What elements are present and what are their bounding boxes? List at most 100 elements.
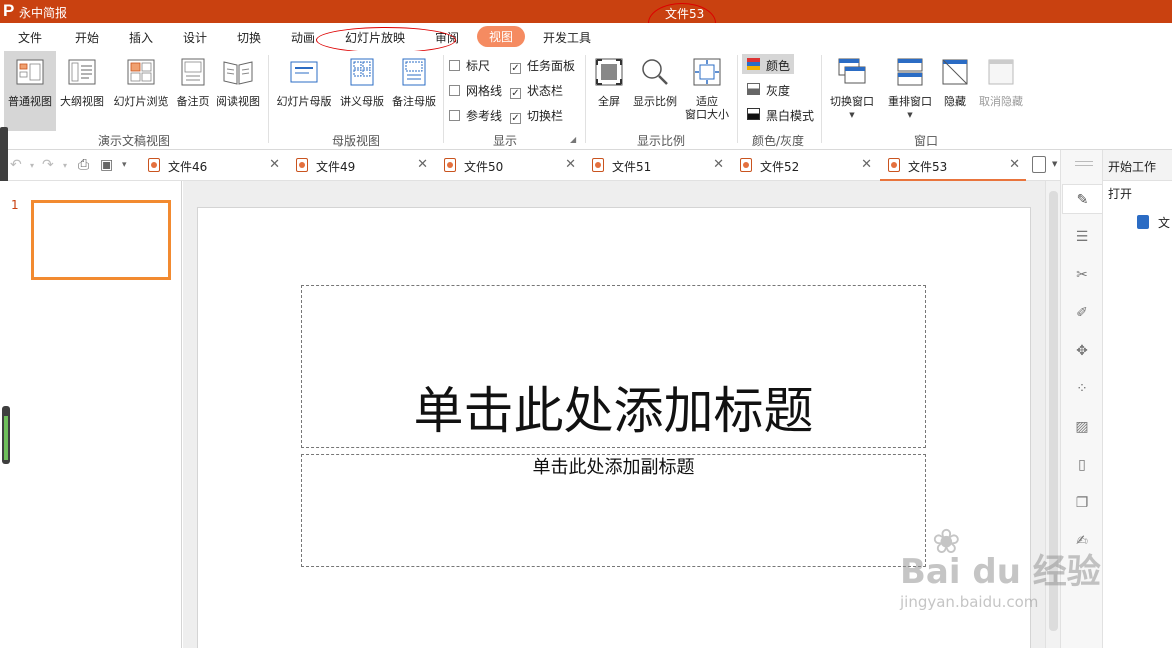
task-panel: 开始工作 打开 文 — [1102, 150, 1172, 648]
recent-file-item[interactable]: 文 — [1137, 214, 1170, 231]
dialog-launcher-icon[interactable]: ◢ — [570, 135, 576, 144]
presentation-file-icon — [740, 158, 752, 172]
tab-doc-53[interactable]: 文件53 ✕ — [880, 150, 1026, 181]
unhide-window-button[interactable]: 取消隐藏 — [974, 51, 1028, 131]
black-white-label: 黑白模式 — [766, 109, 815, 123]
pencil-icon[interactable]: ✎ — [1062, 184, 1102, 214]
close-icon[interactable]: ✕ — [417, 157, 428, 172]
customize-toolbar-icon[interactable]: ▾ — [122, 160, 127, 170]
slide-sorter-button[interactable]: 幻灯片浏览 — [109, 51, 173, 131]
clipboard-icon[interactable]: ▯ — [1062, 450, 1102, 480]
presentation-file-icon — [148, 158, 160, 172]
switch-window-button[interactable]: 切换窗口 ▼ — [826, 51, 878, 131]
tools-icon[interactable]: ✂ — [1062, 260, 1102, 290]
menu-home[interactable]: 开始 — [75, 29, 99, 46]
menu-insert[interactable]: 插入 — [129, 29, 153, 46]
outline-view-button[interactable]: 大纲视图 — [57, 51, 107, 131]
new-document-icon[interactable] — [1032, 156, 1046, 173]
close-icon[interactable]: ✕ — [565, 157, 576, 172]
tab-label: 文件49 — [316, 160, 356, 174]
reading-view-button[interactable]: 阅读视图 — [213, 51, 263, 131]
tab-bar: ↶ ▾ ↷ ▾ ⎙ ▣ ▾ 文件46 ✕ 文件49 ✕ 文件50 ✕ 文件51 … — [0, 150, 1060, 181]
title-placeholder[interactable]: 单击此处添加标题 — [301, 285, 926, 448]
baidu-watermark: ❀ Bai du 经验 jingyan.baidu.com — [900, 522, 1110, 622]
color-mode-label: 颜色 — [766, 59, 791, 73]
undo-dropdown-icon[interactable]: ▾ — [30, 161, 34, 170]
sliders-icon[interactable]: ☰ — [1062, 222, 1102, 252]
status-bar-checkbox[interactable]: ✓ 状态栏 — [510, 82, 563, 99]
save-icon[interactable]: ▣ — [100, 157, 113, 173]
checkbox-box[interactable] — [449, 110, 460, 121]
zoom-button[interactable]: 显示比例 — [629, 51, 681, 131]
group-separator — [268, 55, 269, 143]
show-group-label: 显示 — [493, 134, 518, 148]
image-icon[interactable]: ▨ — [1062, 412, 1102, 442]
notes-master-label: 备注母版 — [392, 95, 436, 108]
task-pane-checkbox[interactable]: ✓ 任务面板 — [510, 57, 575, 74]
normal-view-button[interactable]: 普通视图 — [4, 51, 56, 131]
arrange-window-label: 重排窗口 — [888, 95, 932, 108]
group-separator — [821, 55, 822, 143]
slide-thumbnail[interactable] — [31, 200, 171, 280]
redo-dropdown-icon[interactable]: ▾ — [63, 161, 67, 170]
magnifier-icon — [642, 59, 668, 85]
guides-checkbox[interactable]: 参考线 — [449, 107, 502, 124]
copy-icon[interactable]: ❐ — [1062, 488, 1102, 518]
checkmark-icon[interactable]: ✓ — [510, 63, 521, 74]
arrange-window-icon — [897, 58, 923, 86]
tab-doc-52[interactable]: 文件52 ✕ — [732, 150, 878, 181]
tab-doc-51[interactable]: 文件51 ✕ — [584, 150, 730, 181]
app-name: 永中简报 — [19, 6, 68, 20]
menu-transition[interactable]: 切换 — [237, 29, 261, 46]
tab-doc-50[interactable]: 文件50 ✕ — [436, 150, 582, 181]
reading-view-label: 阅读视图 — [216, 95, 260, 108]
group-separator — [585, 55, 586, 143]
checkbox-box[interactable] — [449, 85, 460, 96]
black-white-button[interactable]: 黑白模式 — [742, 104, 816, 124]
left-edge-handle[interactable] — [0, 127, 8, 187]
brush-icon[interactable]: ✐ — [1062, 298, 1102, 328]
notes-master-button[interactable]: 备注母版 — [389, 51, 439, 131]
menu-view[interactable]: 视图 — [477, 26, 526, 47]
new-document-dropdown-icon[interactable]: ▼ — [1052, 160, 1057, 168]
grid-icon[interactable]: ⁘ — [1062, 374, 1102, 404]
handout-master-button[interactable]: 讲义母版 — [336, 51, 388, 131]
checkmark-icon[interactable]: ✓ — [510, 113, 521, 124]
notes-page-button[interactable]: 备注页 — [174, 51, 212, 131]
slide-master-button[interactable]: 幻灯片母版 — [273, 51, 335, 131]
hide-window-button[interactable]: 隐藏 — [938, 51, 972, 131]
menu-animation[interactable]: 动画 — [291, 29, 315, 46]
subtitle-placeholder[interactable]: 单击此处添加副标题 — [301, 454, 926, 567]
tab-doc-49[interactable]: 文件49 ✕ — [288, 150, 434, 181]
close-icon[interactable]: ✕ — [1009, 157, 1020, 172]
grayscale-button[interactable]: 灰度 — [742, 79, 794, 99]
transition-icon[interactable]: ✥ — [1062, 336, 1102, 366]
redo-icon[interactable]: ↷ — [42, 157, 54, 173]
tab-doc-46[interactable]: 文件46 ✕ — [140, 150, 286, 181]
checkmark-icon[interactable]: ✓ — [510, 88, 521, 99]
arrange-window-button[interactable]: 重排窗口 ▼ — [884, 51, 936, 131]
checkbox-box[interactable] — [449, 60, 460, 71]
ruler-label: 标尺 — [466, 59, 491, 73]
menu-developer[interactable]: 开发工具 — [543, 29, 591, 46]
slide-master-label: 幻灯片母版 — [276, 95, 332, 108]
switch-bar-checkbox[interactable]: ✓ 切换栏 — [510, 107, 563, 124]
print-preview-icon[interactable]: ⎙ — [78, 157, 89, 173]
close-icon[interactable]: ✕ — [713, 157, 724, 172]
menu-file[interactable]: 文件 — [18, 29, 42, 46]
presentation-file-icon — [888, 158, 900, 172]
fullscreen-button[interactable]: 全屏 — [590, 51, 628, 131]
color-mode-button[interactable]: 颜色 — [742, 54, 794, 74]
close-icon[interactable]: ✕ — [269, 157, 280, 172]
subtitle-placeholder-text: 单击此处添加副标题 — [532, 457, 695, 478]
grip-icon[interactable] — [1075, 161, 1093, 162]
reading-view-icon — [223, 61, 253, 85]
left-edge-slider[interactable] — [2, 406, 10, 464]
close-icon[interactable]: ✕ — [861, 157, 872, 172]
ruler-checkbox[interactable]: 标尺 — [449, 57, 490, 74]
undo-icon[interactable]: ↶ — [10, 157, 22, 173]
gridlines-checkbox[interactable]: 网格线 — [449, 82, 502, 99]
window-group-label: 窗口 — [914, 134, 939, 148]
menu-design[interactable]: 设计 — [183, 29, 207, 46]
fit-window-button[interactable]: 适应 窗口大小 — [682, 51, 732, 131]
